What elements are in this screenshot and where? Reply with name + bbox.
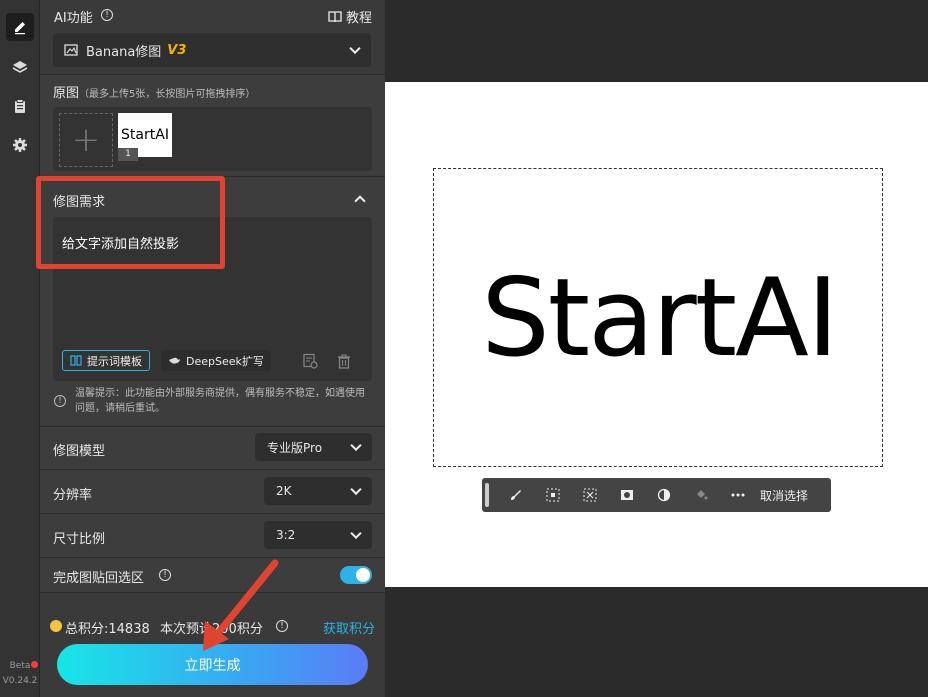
thumbnail-index: 1	[118, 148, 138, 161]
more-icon[interactable]	[719, 478, 756, 512]
beta-dot	[31, 661, 38, 668]
fill-icon[interactable]	[682, 478, 719, 512]
template-icon	[70, 355, 82, 366]
history-icon[interactable]	[302, 353, 318, 369]
cancel-selection-button[interactable]: 取消选择	[760, 487, 808, 504]
whale-icon	[169, 357, 180, 364]
model-label: 修图模型	[53, 444, 106, 459]
gear-icon[interactable]	[6, 131, 34, 159]
canvas[interactable]: StartAI 取消选择	[385, 82, 928, 587]
subject-select-icon[interactable]	[534, 478, 571, 512]
resolution-label: 分辨率	[53, 488, 93, 503]
info-icon[interactable]: !	[159, 569, 171, 581]
selection-toolbar: 取消选择	[482, 478, 831, 512]
info-icon[interactable]: !	[101, 9, 113, 21]
brush-icon[interactable]	[497, 478, 534, 512]
paste-label: 完成图贴回选区	[53, 571, 145, 586]
original-section: 原图（最多上传5张，长按图片可拖拽排序） + StartAI 1	[40, 75, 385, 175]
canvas-text: StartAI	[481, 256, 839, 381]
version-badge: V3	[167, 42, 187, 58]
paste-back-toggle[interactable]	[340, 566, 372, 584]
chevron-up-icon[interactable]	[354, 195, 366, 207]
chevron-down-icon	[349, 42, 361, 55]
trash-icon[interactable]	[337, 354, 351, 369]
chevron-down-icon	[350, 439, 362, 452]
panel-title: AI功能	[54, 11, 93, 26]
chevron-down-icon	[350, 527, 362, 540]
upload-area: + StartAI 1	[53, 107, 372, 171]
clipboard-icon[interactable]	[6, 92, 34, 120]
ratio-select[interactable]: 3:2	[264, 521, 372, 549]
total-points: 总积分:14838	[65, 622, 150, 637]
model-name: Banana修图	[86, 44, 162, 60]
drag-handle[interactable]	[485, 483, 489, 507]
highlight-box	[36, 176, 225, 269]
tutorial-link[interactable]: 教程	[328, 7, 372, 26]
selection-box[interactable]: StartAI	[433, 168, 883, 467]
object-select-icon[interactable]	[571, 478, 608, 512]
arrow-annotation	[203, 559, 279, 651]
edit-icon[interactable]	[6, 13, 34, 41]
image-edit-icon	[64, 44, 78, 56]
prompt-template-button[interactable]: 提示词模板	[62, 350, 150, 371]
add-image-button[interactable]: +	[59, 113, 113, 167]
model-row: 修图模型 专业版Pro	[40, 427, 385, 469]
invert-icon[interactable]	[645, 478, 682, 512]
model-select[interactable]: 专业版Pro	[255, 433, 372, 461]
deepseek-button[interactable]: DeepSeek扩写	[161, 350, 271, 371]
tool-rail: Beta V0.24.2	[0, 0, 40, 697]
chevron-down-icon	[350, 483, 362, 496]
notice-text: 温馨提示：此功能由外部服务商提供，偶有服务不稳定，如遇使用问题，请稍后重试。	[75, 388, 365, 414]
original-title: 原图（最多上传5张，长按图片可拖拽排序）	[53, 86, 256, 101]
ai-model-select[interactable]: Banana修图 V3	[53, 33, 371, 67]
mask-icon[interactable]	[608, 478, 645, 512]
resolution-row: 分辨率 2K	[40, 470, 385, 513]
thumbnail-text: StartAI	[121, 127, 169, 143]
warning-icon: !	[54, 395, 66, 407]
ratio-label: 尺寸比例	[53, 532, 106, 547]
get-points-link[interactable]: 获取积分	[323, 618, 375, 637]
resolution-select[interactable]: 2K	[264, 477, 372, 505]
book-icon	[328, 10, 342, 22]
layers-icon[interactable]	[6, 53, 34, 81]
coin-icon	[50, 620, 62, 632]
ratio-row: 尺寸比例 3:2	[40, 514, 385, 557]
version-label: V0.24.2	[2, 676, 38, 686]
